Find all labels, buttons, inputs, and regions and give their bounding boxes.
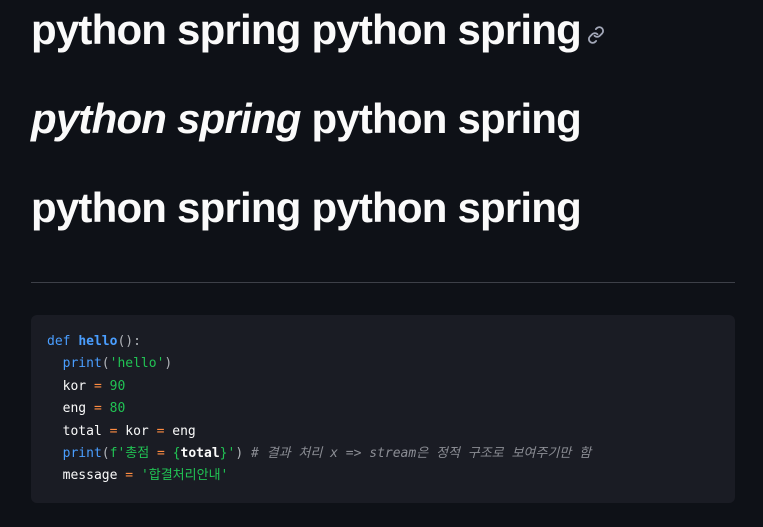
code-line: eng = 80 bbox=[47, 398, 719, 420]
code-variable: kor bbox=[125, 423, 149, 439]
code-line: print(f'총점 = {total}') # 결과 처리 x => stre… bbox=[47, 443, 719, 465]
code-operator: = bbox=[93, 378, 102, 394]
heading-2-normal: python spring bbox=[300, 95, 582, 142]
code-line: total = kor = eng bbox=[47, 421, 719, 443]
code-string: '합결처리안내' bbox=[140, 468, 229, 484]
code-variable: total bbox=[180, 445, 220, 461]
heading-3: python spring python spring bbox=[31, 182, 582, 234]
code-line: message = '합결처리안내' bbox=[47, 465, 719, 487]
code-string: f'총점 bbox=[109, 445, 158, 461]
code-operator: = bbox=[109, 423, 118, 439]
code-variable: kor bbox=[62, 378, 87, 394]
code-line: def hello(): bbox=[47, 331, 719, 353]
code-string: 'hello' bbox=[109, 356, 165, 372]
code-number: 80 bbox=[109, 401, 126, 417]
code-variable: eng bbox=[172, 423, 196, 439]
code-punctuation: (): bbox=[117, 334, 141, 349]
code-operator: = bbox=[156, 423, 165, 439]
page: python spring python spring python sprin… bbox=[0, 0, 763, 527]
code-punctuation: ) bbox=[164, 356, 173, 372]
code-line: kor = 90 bbox=[47, 376, 719, 398]
code-line: print('hello') bbox=[47, 353, 719, 375]
code-comment: # 결과 처리 x => stream은 정적 구조로 보여주기만 함 bbox=[250, 445, 592, 461]
code-variable: eng bbox=[62, 401, 87, 417]
heading-3-text: python spring python spring bbox=[31, 184, 582, 231]
code-function-name: hello bbox=[78, 334, 118, 349]
heading-2: python spring python spring bbox=[31, 93, 582, 145]
code-punctuation: ) bbox=[235, 445, 244, 461]
code-number: 90 bbox=[109, 378, 126, 394]
code-operator: = bbox=[93, 401, 102, 417]
code-operator: = bbox=[157, 445, 165, 461]
horizontal-divider bbox=[31, 282, 735, 283]
code-operator: = bbox=[125, 468, 134, 484]
link-icon[interactable] bbox=[587, 4, 605, 56]
code-builtin: print bbox=[62, 356, 102, 372]
code-punctuation: ( bbox=[101, 356, 110, 372]
heading-2-italic: python spring bbox=[31, 95, 301, 142]
code-variable: message bbox=[62, 468, 118, 484]
code-builtin: print bbox=[62, 445, 102, 461]
code-string: { bbox=[164, 445, 181, 461]
heading-1: python spring python spring bbox=[31, 4, 605, 59]
code-punctuation: ( bbox=[101, 445, 110, 461]
code-block[interactable]: def hello(): print('hello') kor = 90 eng… bbox=[31, 315, 735, 503]
code-keyword: def bbox=[47, 334, 71, 349]
heading-1-text: python spring python spring bbox=[31, 6, 582, 53]
code-variable: total bbox=[62, 423, 102, 439]
